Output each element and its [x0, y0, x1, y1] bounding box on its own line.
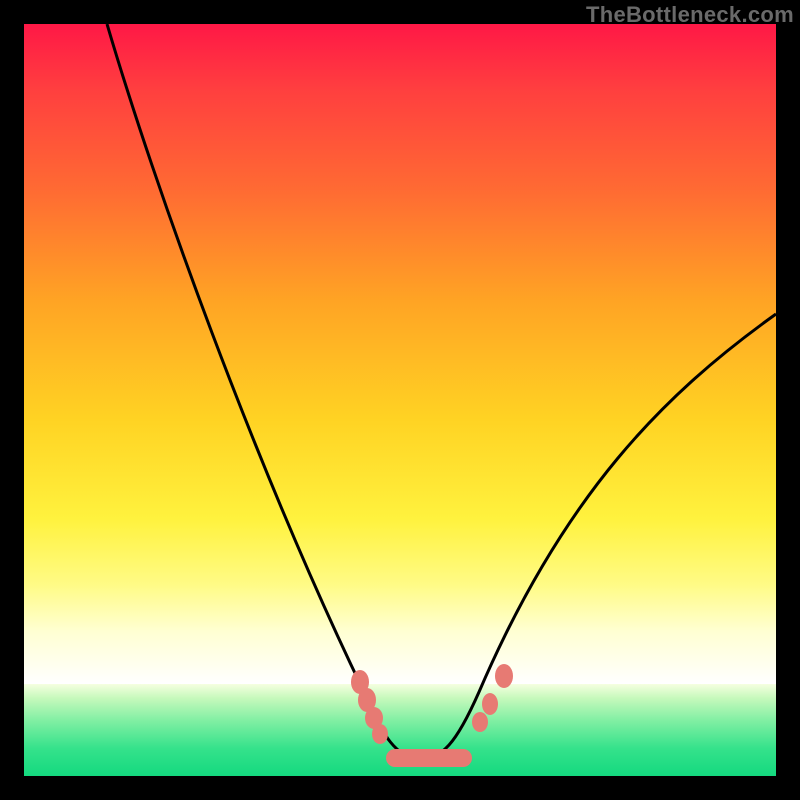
marker-dot	[482, 693, 498, 715]
valley-bar	[386, 749, 472, 767]
marker-dot	[472, 712, 488, 732]
bottleneck-curve	[24, 24, 776, 776]
marker-dot	[495, 664, 513, 688]
marker-dot	[372, 724, 388, 744]
curve-path	[107, 24, 776, 759]
